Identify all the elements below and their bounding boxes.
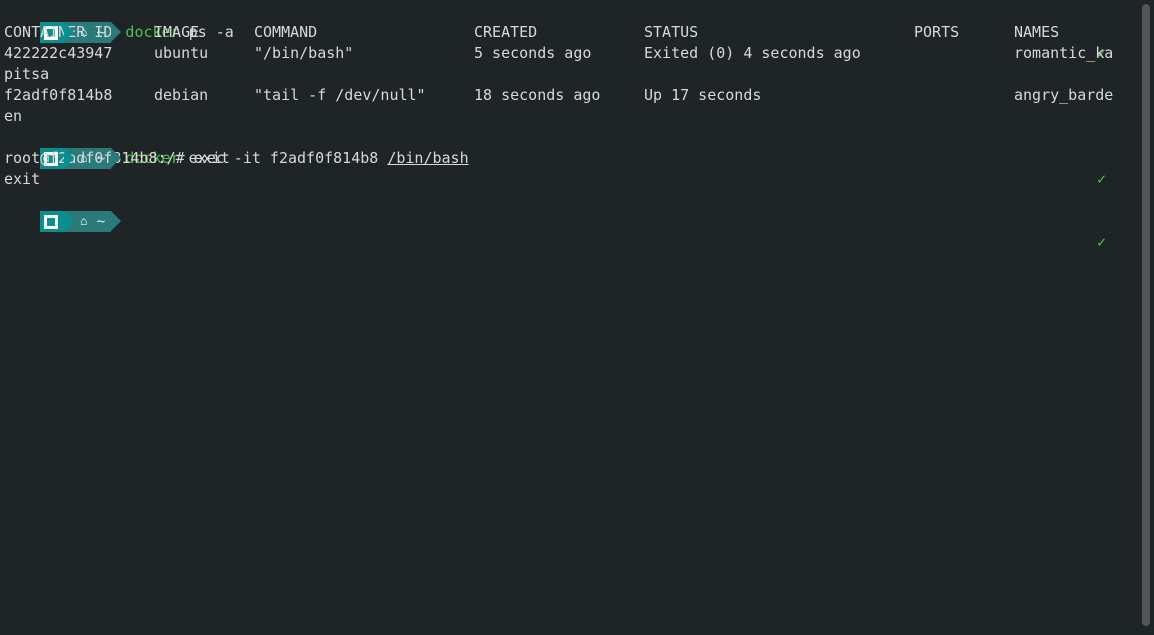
- prompt-line-1: ⌂ ~docker ps -a ✓: [4, 1, 1130, 22]
- hdr-status: STATUS: [644, 22, 914, 43]
- hdr-names: NAMES: [1014, 22, 1059, 43]
- tilde: ~: [96, 211, 105, 232]
- table-row: f2adf0f814b8debian"tail -f /dev/null"18 …: [4, 85, 1130, 106]
- table-row-wrap: pitsa: [4, 64, 1130, 85]
- cell-command: "/bin/bash": [254, 43, 474, 64]
- os-logo-segment: [40, 211, 64, 232]
- cell-name: angry_barde: [1014, 85, 1113, 106]
- prompt-line-2: ⌂ ~docker exec -it f2adf0f814b8 /bin/bas…: [4, 127, 1130, 148]
- cell-created: 5 seconds ago: [474, 43, 644, 64]
- cell-id: 422222c43947: [4, 43, 154, 64]
- home-icon: ⌂: [80, 211, 87, 232]
- exec-output: root@f2adf0f814b8:/# exit: [4, 148, 1130, 169]
- cell-status: Exited (0) 4 seconds ago: [644, 43, 914, 64]
- hdr-container-id: CONTAINER ID: [4, 22, 154, 43]
- cell-name: romantic_ka: [1014, 43, 1113, 64]
- hdr-created: CREATED: [474, 22, 644, 43]
- exec-output: exit: [4, 169, 1130, 190]
- cell-created: 18 seconds ago: [474, 85, 644, 106]
- cell-image: debian: [154, 85, 254, 106]
- scrollbar[interactable]: [1142, 4, 1150, 626]
- hdr-image: IMAGE: [154, 22, 254, 43]
- cell-command: "tail -f /dev/null": [254, 85, 474, 106]
- terminal-area[interactable]: ⌂ ~docker ps -a ✓ CONTAINER IDIMAGECOMMA…: [0, 0, 1134, 215]
- hdr-ports: PORTS: [914, 22, 1014, 43]
- table-header: CONTAINER IDIMAGECOMMANDCREATEDSTATUSPOR…: [4, 22, 1130, 43]
- status-check-icon: ✓: [1097, 232, 1106, 253]
- manjaro-icon: [44, 215, 58, 229]
- cell-image: ubuntu: [154, 43, 254, 64]
- table-row: 422222c43947ubuntu"/bin/bash"5 seconds a…: [4, 43, 1130, 64]
- cell-id: f2adf0f814b8: [4, 85, 154, 106]
- cell-status: Up 17 seconds: [644, 85, 914, 106]
- table-row-wrap: en: [4, 106, 1130, 127]
- prompt-line-3[interactable]: ⌂ ~ ✓: [4, 190, 1130, 211]
- hdr-command: COMMAND: [254, 22, 474, 43]
